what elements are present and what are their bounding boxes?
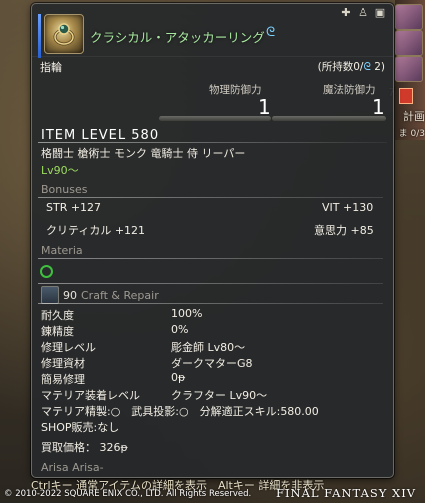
background-text: ま 0/3 [398,129,425,139]
meld-info: マテリア精製:○ 武具投影:○ 分解適正スキル:580.00 [41,405,319,418]
magic-defense-bar [272,116,386,121]
item-tooltip: クラシカル・アタッカーリング ᘓ ✚ ♙ ▣ 指輪 (所持数0/ᘓ 2) 物理防… [31,3,394,478]
item-category: 指輪 [40,61,62,74]
durability-label: 耐久度 [41,309,74,322]
equippable-jobs: 格闘士 槍術士 モンク 竜騎士 侍 リーパー [41,147,246,160]
high-quality-icon: ᘓ [363,61,371,73]
divider [38,303,383,304]
quick-repair-label: 簡易修理 [41,373,85,386]
divider [38,258,383,259]
background-text: 計画 [403,110,425,123]
holding-count-text: (所持数0/ [317,61,364,73]
repair-material-label: 修理資材 [41,357,85,370]
ring-icon [44,14,84,54]
holding-count: (所持数0/ᘓ 2) [318,59,385,74]
high-quality-icon: ᘓ [266,25,276,40]
craft-repair-title: Craft & Repair [81,289,159,302]
book-icon[interactable]: ▣ [373,6,387,20]
party-member-portrait[interactable] [395,56,423,82]
plus-icon[interactable]: ✚ [339,6,353,20]
rarity-bar [38,14,41,58]
magic-defense-label: 魔法防御力 [323,84,376,96]
repair-number: 90 [63,289,77,302]
required-level: Lv90〜 [41,164,79,177]
holding-count-text: 2) [370,61,385,73]
bonuses-title: Bonuses [41,183,88,196]
party-member-portrait[interactable] [395,4,423,30]
repair-material-value: ダークマターG8 [171,357,253,370]
repair-level-value: 彫金師 Lv80〜 [171,341,246,354]
item-level: ITEM LEVEL 580 [41,128,160,143]
durability-value: 100% [171,307,203,320]
materia-melding-value: クラフター Lv90〜 [171,389,268,402]
divider [38,283,383,284]
quick-repair-value: 0ᵽ [171,371,186,384]
divider [38,142,387,143]
materia-melding-label: マテリア装着レベル [41,389,140,402]
materia-slot [40,265,53,278]
tooltip-header: クラシカル・アタッカーリング ᘓ ✚ ♙ ▣ [32,4,393,58]
bonus-determination: 意思力 +85 [314,224,374,237]
bonus-vit: VIT +130 [322,201,374,214]
repair-level-label: 修理レベル [41,341,96,354]
game-logo: FINAL FANTASY XIV [276,486,417,500]
figure-icon[interactable]: ♙ [356,6,370,20]
copyright-notice: © 2010-2022 SQUARE ENIX CO., LTD. All Ri… [4,489,252,499]
shop-info: SHOP販売:なし [41,421,120,434]
party-member-portrait[interactable] [395,30,423,56]
crafter-name: Arisa Arisa- [41,461,104,474]
item-name: クラシカル・アタッカーリング [90,30,265,45]
spiritbond-value: 0% [171,323,189,336]
bonus-critical: クリティカル +121 [46,224,146,237]
divider [38,197,383,198]
physical-defense-bar [159,116,271,121]
background-marker [399,88,413,104]
repair-icon [41,286,59,304]
materia-title: Materia [41,244,83,257]
spiritbond-label: 錬精度 [41,325,74,338]
bonus-str: STR +127 [46,201,102,214]
header-icon-group: ✚ ♙ ▣ [339,6,387,20]
physical-defense-label: 物理防御力 [209,84,262,96]
sell-price: 買取価格： 326ᵽ [41,441,128,454]
